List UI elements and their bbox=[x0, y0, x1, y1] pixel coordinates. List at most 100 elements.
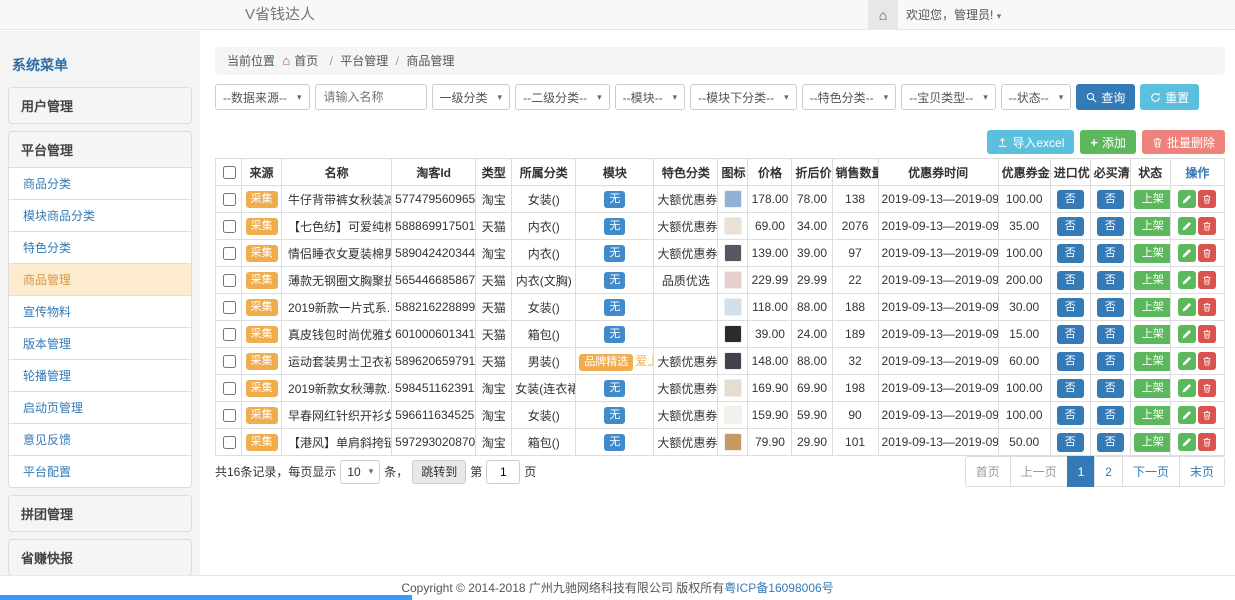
import-select-toggle[interactable]: 否 bbox=[1057, 217, 1084, 236]
edit-button[interactable] bbox=[1178, 379, 1196, 397]
sidebar-subitem[interactable]: 版本管理 bbox=[8, 328, 192, 360]
sidebar-subitem[interactable]: 启动页管理 bbox=[8, 392, 192, 424]
status-toggle[interactable]: 上架 bbox=[1134, 298, 1171, 317]
user-menu[interactable]: 欢迎您，管理员! ▾ bbox=[906, 0, 1001, 31]
horizontal-scrollbar-thumb[interactable] bbox=[0, 595, 412, 600]
edit-button[interactable] bbox=[1178, 406, 1196, 424]
sidebar-item[interactable]: 平台管理 bbox=[8, 131, 192, 168]
batch-delete-button[interactable]: 批量删除 bbox=[1142, 130, 1225, 154]
sidebar-subitem[interactable]: 商品管理 bbox=[8, 264, 192, 296]
page-button[interactable]: 2 bbox=[1094, 456, 1123, 487]
edit-button[interactable] bbox=[1178, 217, 1196, 235]
breadcrumb-home-link[interactable]: ⌂首页 bbox=[282, 54, 322, 68]
sidebar-subitem[interactable]: 轮播管理 bbox=[8, 360, 192, 392]
jump-button[interactable]: 跳转到 bbox=[412, 460, 466, 484]
must-buy-toggle[interactable]: 否 bbox=[1097, 298, 1124, 317]
edit-button[interactable] bbox=[1178, 190, 1196, 208]
delete-button[interactable] bbox=[1198, 271, 1216, 289]
status-toggle[interactable]: 上架 bbox=[1134, 325, 1171, 344]
edit-button[interactable] bbox=[1178, 298, 1196, 316]
sidebar-subitem[interactable]: 意见反馈 bbox=[8, 424, 192, 456]
page-button[interactable]: 下一页 bbox=[1122, 456, 1180, 487]
sidebar-subitem[interactable]: 特色分类 bbox=[8, 232, 192, 264]
row-checkbox[interactable] bbox=[223, 193, 236, 206]
status-toggle[interactable]: 上架 bbox=[1134, 352, 1171, 371]
sidebar-item[interactable]: 拼团管理 bbox=[8, 495, 192, 532]
delete-button[interactable] bbox=[1198, 244, 1216, 262]
row-checkbox[interactable] bbox=[223, 220, 236, 233]
import-select-toggle[interactable]: 否 bbox=[1057, 406, 1084, 425]
must-buy-toggle[interactable]: 否 bbox=[1097, 379, 1124, 398]
page-button[interactable]: 首页 bbox=[965, 456, 1011, 487]
must-buy-toggle[interactable]: 否 bbox=[1097, 325, 1124, 344]
status-select[interactable]: --状态--▾ bbox=[1001, 84, 1072, 110]
row-checkbox[interactable] bbox=[223, 328, 236, 341]
must-buy-toggle[interactable]: 否 bbox=[1097, 271, 1124, 290]
status-toggle[interactable]: 上架 bbox=[1134, 190, 1171, 209]
icp-link[interactable]: 粤ICP备16098006号 bbox=[724, 581, 833, 595]
status-toggle[interactable]: 上架 bbox=[1134, 244, 1171, 263]
import-select-toggle[interactable]: 否 bbox=[1057, 352, 1084, 371]
import-select-toggle[interactable]: 否 bbox=[1057, 244, 1084, 263]
delete-button[interactable] bbox=[1198, 217, 1216, 235]
reset-button[interactable]: 重置 bbox=[1140, 84, 1199, 110]
must-buy-toggle[interactable]: 否 bbox=[1097, 190, 1124, 209]
status-toggle[interactable]: 上架 bbox=[1134, 406, 1171, 425]
delete-button[interactable] bbox=[1198, 406, 1216, 424]
must-buy-toggle[interactable]: 否 bbox=[1097, 352, 1124, 371]
delete-button[interactable] bbox=[1198, 190, 1216, 208]
import-select-toggle[interactable]: 否 bbox=[1057, 325, 1084, 344]
status-toggle[interactable]: 上架 bbox=[1134, 433, 1171, 452]
edit-button[interactable] bbox=[1178, 352, 1196, 370]
row-checkbox[interactable] bbox=[223, 274, 236, 287]
sidebar-subitem[interactable]: 平台配置 bbox=[8, 456, 192, 488]
status-toggle[interactable]: 上架 bbox=[1134, 217, 1171, 236]
import-select-toggle[interactable]: 否 bbox=[1057, 190, 1084, 209]
edit-button[interactable] bbox=[1178, 271, 1196, 289]
row-checkbox[interactable] bbox=[223, 382, 236, 395]
level2-category-select[interactable]: --二级分类--▾ bbox=[515, 84, 610, 110]
delete-button[interactable] bbox=[1198, 433, 1216, 451]
home-nav-button[interactable]: ⌂ bbox=[868, 0, 898, 30]
add-button[interactable]: + 添加 bbox=[1080, 130, 1136, 154]
page-button[interactable]: 末页 bbox=[1179, 456, 1225, 487]
must-buy-toggle[interactable]: 否 bbox=[1097, 244, 1124, 263]
edit-button[interactable] bbox=[1178, 433, 1196, 451]
delete-button[interactable] bbox=[1198, 325, 1216, 343]
status-toggle[interactable]: 上架 bbox=[1134, 379, 1171, 398]
name-input[interactable] bbox=[315, 84, 427, 110]
import-select-toggle[interactable]: 否 bbox=[1057, 298, 1084, 317]
page-button[interactable]: 1 bbox=[1067, 456, 1096, 487]
row-checkbox[interactable] bbox=[223, 355, 236, 368]
page-number-input[interactable] bbox=[486, 460, 520, 484]
row-checkbox[interactable] bbox=[223, 436, 236, 449]
edit-button[interactable] bbox=[1178, 244, 1196, 262]
sidebar-item[interactable]: 省赚快报 bbox=[8, 539, 192, 575]
feature-category-select[interactable]: --特色分类--▾ bbox=[802, 84, 897, 110]
sidebar-subitem[interactable]: 模块商品分类 bbox=[8, 200, 192, 232]
page-size-select[interactable]: 10▾ bbox=[340, 460, 380, 484]
import-select-toggle[interactable]: 否 bbox=[1057, 379, 1084, 398]
page-button[interactable]: 上一页 bbox=[1010, 456, 1068, 487]
sidebar-subitem[interactable]: 商品分类 bbox=[8, 168, 192, 200]
level1-category-select[interactable]: 一级分类▾ bbox=[432, 84, 511, 110]
row-checkbox[interactable] bbox=[223, 301, 236, 314]
search-button[interactable]: 查询 bbox=[1076, 84, 1135, 110]
status-toggle[interactable]: 上架 bbox=[1134, 271, 1171, 290]
data-source-select[interactable]: --数据来源--▾ bbox=[215, 84, 310, 110]
must-buy-toggle[interactable]: 否 bbox=[1097, 406, 1124, 425]
import-select-toggle[interactable]: 否 bbox=[1057, 271, 1084, 290]
import-excel-button[interactable]: 导入excel bbox=[987, 130, 1074, 154]
row-checkbox[interactable] bbox=[223, 247, 236, 260]
sidebar-subitem[interactable]: 宣传物料 bbox=[8, 296, 192, 328]
module-select[interactable]: --模块--▾ bbox=[615, 84, 686, 110]
module-sub-select[interactable]: --模块下分类--▾ bbox=[690, 84, 797, 110]
must-buy-toggle[interactable]: 否 bbox=[1097, 433, 1124, 452]
select-all-checkbox[interactable] bbox=[223, 166, 236, 179]
item-type-select[interactable]: --宝贝类型--▾ bbox=[901, 84, 996, 110]
sidebar-item[interactable]: 用户管理 bbox=[8, 87, 192, 124]
row-checkbox[interactable] bbox=[223, 409, 236, 422]
delete-button[interactable] bbox=[1198, 298, 1216, 316]
delete-button[interactable] bbox=[1198, 379, 1216, 397]
delete-button[interactable] bbox=[1198, 352, 1216, 370]
